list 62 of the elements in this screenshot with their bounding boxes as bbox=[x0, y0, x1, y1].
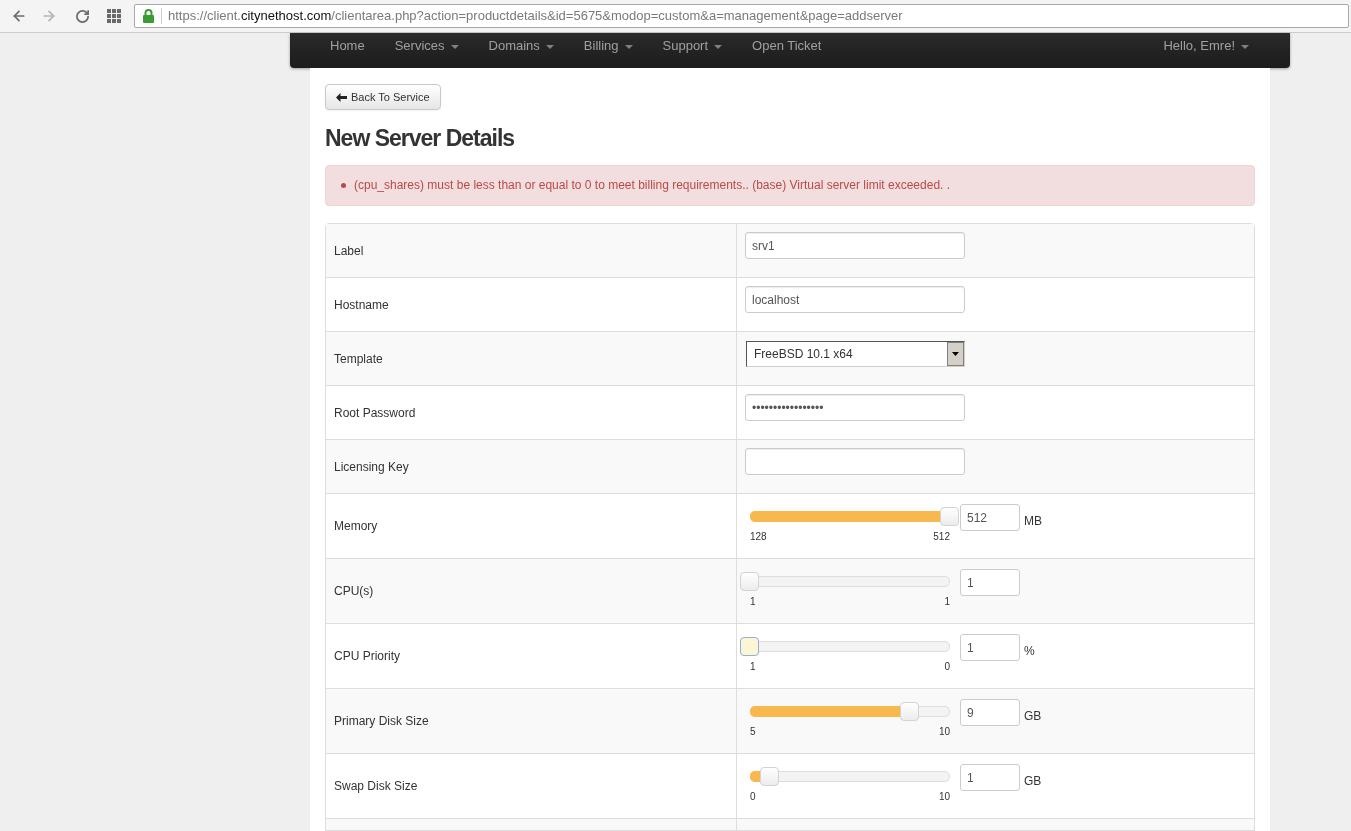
slider-min-label: 128 bbox=[750, 531, 767, 543]
caret-icon bbox=[624, 45, 633, 49]
nav-link[interactable]: Services bbox=[379, 36, 474, 56]
slider-min-label: 0 bbox=[750, 791, 756, 803]
caret-icon bbox=[450, 45, 459, 49]
page-title: New Server Details bbox=[325, 124, 516, 153]
value-input[interactable]: 1 bbox=[960, 764, 1020, 791]
text-input[interactable]: srv1 bbox=[745, 232, 965, 259]
field-label: Hostname bbox=[334, 296, 389, 314]
unit-label: % bbox=[1024, 643, 1035, 660]
nav-link[interactable]: Billing bbox=[568, 36, 648, 56]
reload-icon[interactable] bbox=[75, 8, 90, 24]
slider-max-label: 10 bbox=[938, 791, 950, 803]
user-menu[interactable]: Hello, Emre! bbox=[1148, 36, 1264, 56]
text-input[interactable]: localhost bbox=[745, 286, 965, 313]
slider-handle[interactable] bbox=[760, 767, 779, 786]
address-bar[interactable]: https://client.citynethost.com/clientarea.php?action=productdetails&id=5675&modop=custom&a=management&page=addserver bbox=[134, 4, 1349, 28]
slider-min-label: 5 bbox=[750, 726, 756, 738]
slider-handle[interactable] bbox=[900, 702, 919, 721]
slider-max-label: 1 bbox=[944, 596, 950, 608]
field-label: Root Password bbox=[334, 404, 416, 422]
slider-max-label: 512 bbox=[933, 531, 950, 543]
slider-min-label: 1 bbox=[750, 661, 756, 673]
nav-link[interactable]: Open Ticket bbox=[737, 36, 837, 56]
unit-label: MB bbox=[1024, 513, 1042, 530]
field-label: Swap Disk Size bbox=[334, 778, 418, 795]
forward-arrow-icon[interactable] bbox=[41, 8, 57, 24]
slider-handle[interactable] bbox=[740, 637, 759, 656]
error-message: (cpu_shares) must be less than or equal to 0 to meet billing requirements.. (base) Virtual server limit exceeded. . bbox=[354, 179, 951, 192]
caret-icon bbox=[714, 45, 723, 49]
nav-link[interactable]: Support bbox=[647, 36, 738, 56]
text-input[interactable]: ••••••••••••••••• bbox=[745, 394, 965, 421]
value-input[interactable]: 512 bbox=[960, 504, 1020, 531]
bullet-icon bbox=[341, 183, 346, 188]
field-label: CPU(s) bbox=[334, 583, 374, 600]
value-input[interactable]: 9 bbox=[960, 699, 1020, 726]
input-field[interactable] bbox=[745, 448, 965, 475]
field-label: CPU Priority bbox=[334, 648, 400, 665]
lock-icon bbox=[143, 9, 154, 23]
slider-min-label: 1 bbox=[750, 596, 756, 608]
nav-link[interactable]: Domains bbox=[473, 36, 569, 56]
value-input[interactable]: 1 bbox=[960, 634, 1020, 661]
slider-max-label: 0 bbox=[944, 661, 950, 673]
field-label: Memory bbox=[334, 518, 378, 535]
apps-grid-icon[interactable] bbox=[107, 9, 121, 23]
field-label: Primary Disk Size bbox=[334, 713, 429, 730]
field-label: Label bbox=[334, 242, 364, 260]
slider-max-label: 10 bbox=[938, 726, 950, 738]
unit-label: GB bbox=[1024, 708, 1042, 725]
back-button[interactable]: Back To Service bbox=[325, 84, 441, 110]
slider-fill bbox=[750, 771, 760, 782]
slider-handle[interactable] bbox=[940, 507, 959, 526]
nav-link[interactable]: Home bbox=[315, 36, 380, 56]
left-arrow-icon bbox=[336, 92, 347, 102]
caret-icon bbox=[1241, 45, 1249, 49]
value-input[interactable]: 1 bbox=[960, 569, 1020, 596]
unit-label: GB bbox=[1024, 773, 1042, 790]
caret-icon bbox=[545, 45, 554, 49]
template-select[interactable]: FreeBSD 10.1 x64 bbox=[746, 341, 965, 367]
field-label: Template bbox=[334, 350, 383, 368]
field-label: Licensing Key bbox=[334, 458, 409, 476]
slider-handle[interactable] bbox=[740, 572, 759, 591]
